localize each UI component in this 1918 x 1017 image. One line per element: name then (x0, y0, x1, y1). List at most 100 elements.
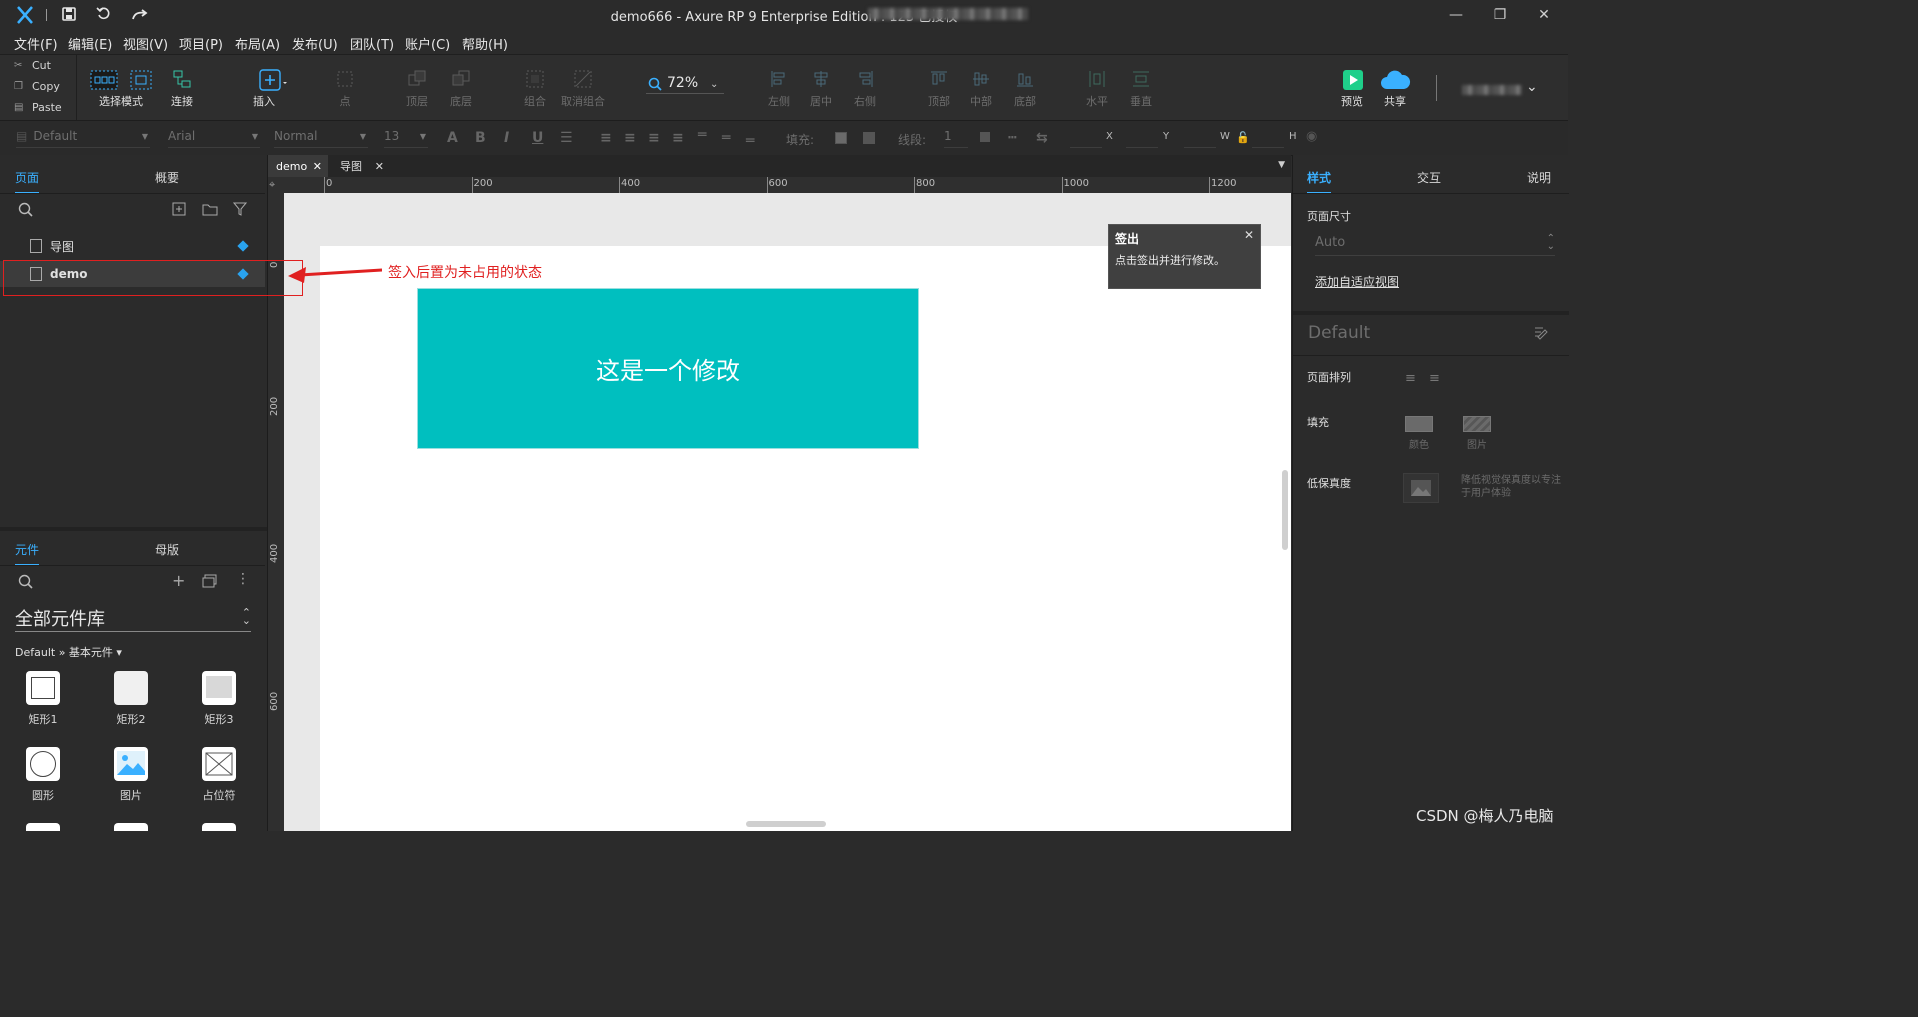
connect-button[interactable]: 连接 (164, 69, 200, 109)
y-input[interactable] (1126, 129, 1158, 148)
preview-button[interactable]: 预览 (1336, 69, 1368, 109)
tab-notes[interactable]: 说明 (1527, 169, 1551, 186)
menu-publish[interactable]: 发布(U) (292, 34, 338, 53)
page-search-icon[interactable] (18, 202, 34, 221)
italic-icon[interactable]: I (504, 130, 509, 146)
insert-button[interactable]: 插入 (244, 69, 287, 109)
tab-style[interactable]: 样式 (1307, 169, 1332, 194)
line-style-icon[interactable]: ┅ (1008, 130, 1016, 146)
tab-outline[interactable]: 概要 (155, 169, 179, 186)
eye-icon[interactable]: ◉ (1306, 129, 1317, 144)
x-input[interactable] (1070, 129, 1102, 148)
font-color-icon[interactable]: A (447, 130, 458, 146)
library-select[interactable]: 全部元件库 ⌃ ⌄ (15, 605, 251, 632)
widget-rect2[interactable]: 矩形2 (96, 671, 166, 727)
h-input[interactable] (1252, 129, 1284, 148)
add-page-icon[interactable] (172, 202, 186, 219)
bottom-layer-button[interactable]: 底层 (446, 69, 476, 109)
page-align-center-icon[interactable]: ≡ (1429, 371, 1440, 386)
text-align-right-icon[interactable]: ≡ (648, 130, 660, 146)
tab-pages[interactable]: 页面 (15, 169, 40, 194)
menu-layout[interactable]: 布局(A) (235, 34, 280, 53)
align-middle-button[interactable]: 中部 (966, 69, 996, 109)
text-align-left-icon[interactable]: ≡ (600, 130, 612, 146)
add-library-icon[interactable]: + (172, 571, 185, 590)
more-options-icon[interactable]: ⋮ (236, 571, 250, 587)
menu-help[interactable]: 帮助(H) (462, 34, 508, 53)
menu-edit[interactable]: 编辑(E) (68, 34, 112, 53)
tab-widgets[interactable]: 元件 (15, 541, 40, 566)
line-color-swatch[interactable] (980, 132, 990, 142)
tab-interactions[interactable]: 交互 (1417, 169, 1441, 186)
widget-circle[interactable]: 圆形 (8, 747, 78, 803)
horizontal-scrollbar[interactable] (746, 821, 826, 827)
zoom-control[interactable]: 72% ⌄ (646, 75, 724, 94)
align-left-button[interactable]: 左侧 (764, 69, 794, 109)
copy-button[interactable]: ❐ Copy (0, 76, 74, 97)
fill-color-button[interactable] (1405, 416, 1433, 432)
add-adaptive-view-link[interactable]: 添加自适应视图 (1315, 273, 1399, 290)
arrow-style-icon[interactable]: ⇆ (1036, 130, 1048, 146)
menu-view[interactable]: 视图(V) (123, 34, 168, 53)
library-breadcrumb[interactable]: Default » 基本元件 ▾ (15, 644, 122, 660)
align-right-button[interactable]: 右侧 (850, 69, 880, 109)
edit-style-icon[interactable] (1533, 325, 1549, 344)
tab-demo[interactable]: demo ✕ (268, 155, 328, 177)
line-width-input[interactable]: 1 (944, 129, 968, 148)
vertical-scrollbar[interactable] (1282, 470, 1288, 550)
valign-bottom-icon[interactable]: ═ (746, 133, 754, 149)
menu-project[interactable]: 项目(P) (179, 34, 223, 53)
tabs-dropdown-icon[interactable]: ▼ (1278, 160, 1285, 170)
group-button[interactable]: 组合 (520, 69, 550, 109)
tab-map[interactable]: 导图 ✕ (330, 155, 390, 177)
tooltip-close-button[interactable]: ✕ (1244, 228, 1254, 242)
library-stack-icon[interactable] (202, 574, 218, 591)
bullet-list-icon[interactable]: ☰ (560, 130, 573, 146)
bold-icon[interactable]: B (475, 130, 486, 146)
widget-search-icon[interactable] (18, 574, 34, 593)
font-select[interactable]: Arial ▼ (168, 129, 260, 148)
point-button[interactable]: 点 (330, 69, 360, 109)
low-fidelity-toggle-icon[interactable] (1403, 473, 1439, 503)
close-icon[interactable]: ✕ (375, 160, 384, 173)
text-justify-icon[interactable]: ≡ (672, 130, 684, 146)
align-top-button[interactable]: 顶部 (924, 69, 954, 109)
underline-icon[interactable]: U (532, 130, 543, 146)
distribute-horizontal-button[interactable]: 水平 (1082, 69, 1112, 109)
filter-icon[interactable] (232, 202, 248, 219)
widget-rect3[interactable]: 矩形3 (184, 671, 254, 727)
select-mode-button[interactable]: 选择模式 (86, 69, 156, 109)
widget-image[interactable]: 图片 (96, 747, 166, 803)
restore-button[interactable]: ❐ (1478, 0, 1522, 30)
widget-rect1[interactable]: 矩形1 (8, 671, 78, 727)
fill-image-button[interactable] (1463, 416, 1491, 432)
fill-color-swatch[interactable] (835, 132, 847, 144)
share-button[interactable]: 共享 (1378, 69, 1412, 109)
ungroup-button[interactable]: 取消组合 (560, 69, 606, 109)
valign-top-icon[interactable]: ═ (698, 127, 706, 143)
page-size-select[interactable]: Auto ⌃ ⌄ (1315, 234, 1555, 256)
align-bottom-button[interactable]: 底部 (1010, 69, 1040, 109)
tab-masters[interactable]: 母版 (155, 541, 179, 558)
menu-file[interactable]: 文件(F) (14, 34, 58, 53)
close-button[interactable]: ✕ (1522, 0, 1566, 30)
shadow-swatch[interactable] (863, 132, 875, 144)
style-select[interactable]: ▤ Default ▼ (16, 129, 150, 148)
menu-team[interactable]: 团队(T) (350, 34, 394, 53)
widget-placeholder[interactable]: 占位符 (184, 747, 254, 803)
page-item-map[interactable]: 导图 (0, 233, 265, 259)
top-layer-button[interactable]: 顶层 (402, 69, 432, 109)
lock-icon[interactable]: 🔓 (1236, 131, 1250, 144)
page-align-left-icon[interactable]: ≡ (1405, 371, 1416, 386)
distribute-vertical-button[interactable]: 垂直 (1126, 69, 1156, 109)
paste-button[interactable]: ▤ Paste (0, 97, 74, 118)
account-chevron-down-icon[interactable]: ⌄ (1526, 79, 1538, 95)
valign-middle-icon[interactable]: ═ (722, 130, 730, 146)
minimize-button[interactable]: — (1434, 0, 1478, 30)
text-align-center-icon[interactable]: ≡ (624, 130, 636, 146)
align-center-button[interactable]: 居中 (806, 69, 836, 109)
close-icon[interactable]: ✕ (313, 160, 322, 173)
font-size-select[interactable]: 13 ▼ (384, 129, 428, 148)
teal-rectangle-widget[interactable]: 这是一个修改 (417, 288, 919, 449)
cut-button[interactable]: ✂ Cut (0, 55, 74, 76)
